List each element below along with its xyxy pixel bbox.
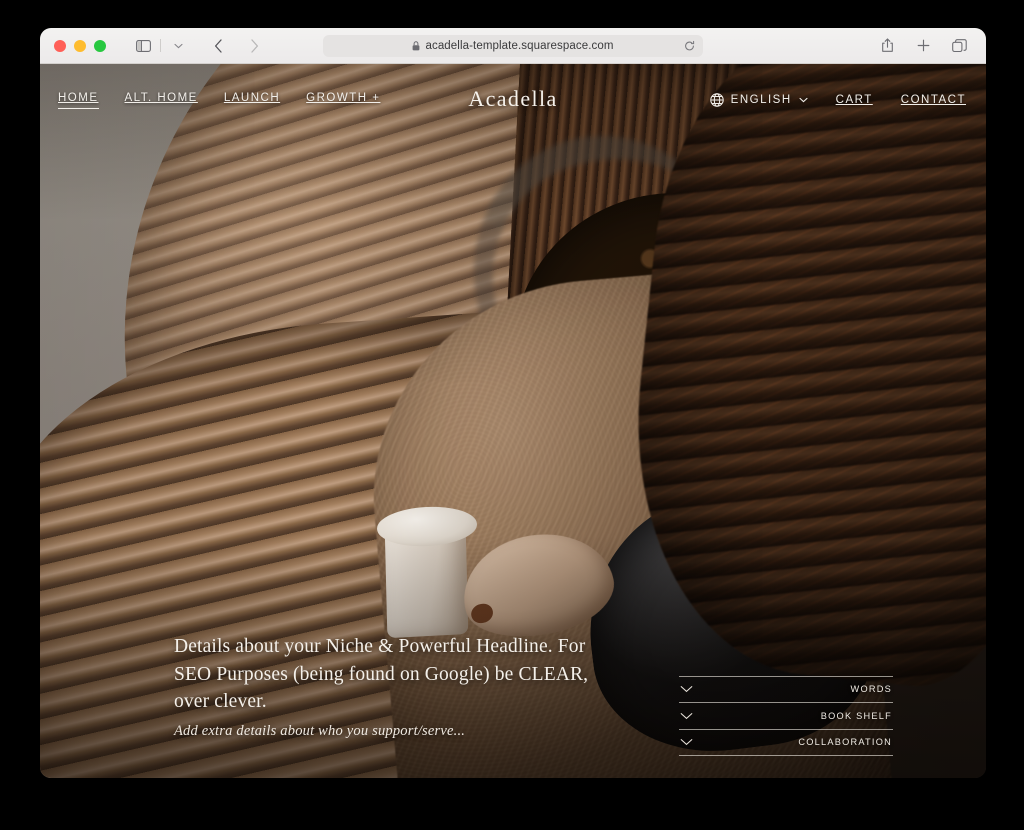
language-label: ENGLISH [730,94,792,106]
secondary-navigation: ENGLISH CART CONTACT [709,93,966,107]
traffic-lights [54,39,106,52]
sidebar-controls [130,34,191,58]
nav-item-alt-home[interactable]: ALT. HOME [125,92,198,108]
language-selector[interactable]: ENGLISH [709,93,808,107]
accordion-label: BOOK SHELF [820,710,892,721]
chevron-down-icon [799,97,808,103]
accordion-item-book-shelf[interactable]: BOOK SHELF [679,703,893,730]
chevron-down-icon [680,712,693,720]
tabs-icon[interactable] [946,34,972,58]
close-window-button[interactable] [54,39,66,52]
page-viewport: HOME ALT. HOME LAUNCH GROWTH + Acadella [40,64,986,778]
accordion-item-words[interactable]: WORDS [679,677,893,703]
nav-item-home[interactable]: HOME [58,92,99,109]
site-header: HOME ALT. HOME LAUNCH GROWTH + Acadella [40,64,986,136]
zoom-window-button[interactable] [94,39,106,52]
site-logo[interactable]: Acadella [468,86,557,112]
browser-toolbar: acadella-template.squarespace.com [40,28,986,64]
chevron-down-icon [680,738,693,746]
lock-icon [412,40,420,51]
globe-icon [709,93,724,107]
hero-subheadline: Add extra details about who you support/… [174,723,466,739]
sidebar-icon[interactable] [130,34,156,58]
accordion-label: WORDS [850,684,892,695]
nav-item-growth[interactable]: GROWTH + [306,92,380,108]
accordion-item-collaboration[interactable]: COLLABORATION [679,730,893,756]
browser-window: acadella-template.squarespace.com HOME A… [40,28,986,778]
nav-item-launch[interactable]: LAUNCH [224,92,280,108]
accordion-label: COLLABORATION [798,737,892,748]
nav-item-contact[interactable]: CONTACT [901,94,966,106]
plus-icon[interactable] [910,34,936,58]
address-text: acadella-template.squarespace.com [425,39,614,52]
share-icon[interactable] [874,34,900,58]
primary-navigation: HOME ALT. HOME LAUNCH GROWTH + [58,92,380,109]
minimize-window-button[interactable] [74,39,86,52]
nav-item-cart[interactable]: CART [836,94,873,106]
reload-icon[interactable] [684,40,695,51]
navigation-controls [205,34,267,58]
hero-copy: Details about your Niche & Powerful Head… [174,633,604,740]
chevron-down-icon[interactable] [165,34,191,58]
chevron-down-icon [680,685,693,693]
toolbar-actions [874,34,972,58]
toolbar-divider [160,39,161,52]
back-arrow-icon[interactable] [205,34,231,58]
forward-arrow-icon[interactable] [241,34,267,58]
hero-accordion: WORDS BOOK SHELF COLLABORATION [679,675,893,756]
address-bar[interactable]: acadella-template.squarespace.com [323,34,703,57]
hero-headline: Details about your Niche & Powerful Head… [174,635,589,713]
